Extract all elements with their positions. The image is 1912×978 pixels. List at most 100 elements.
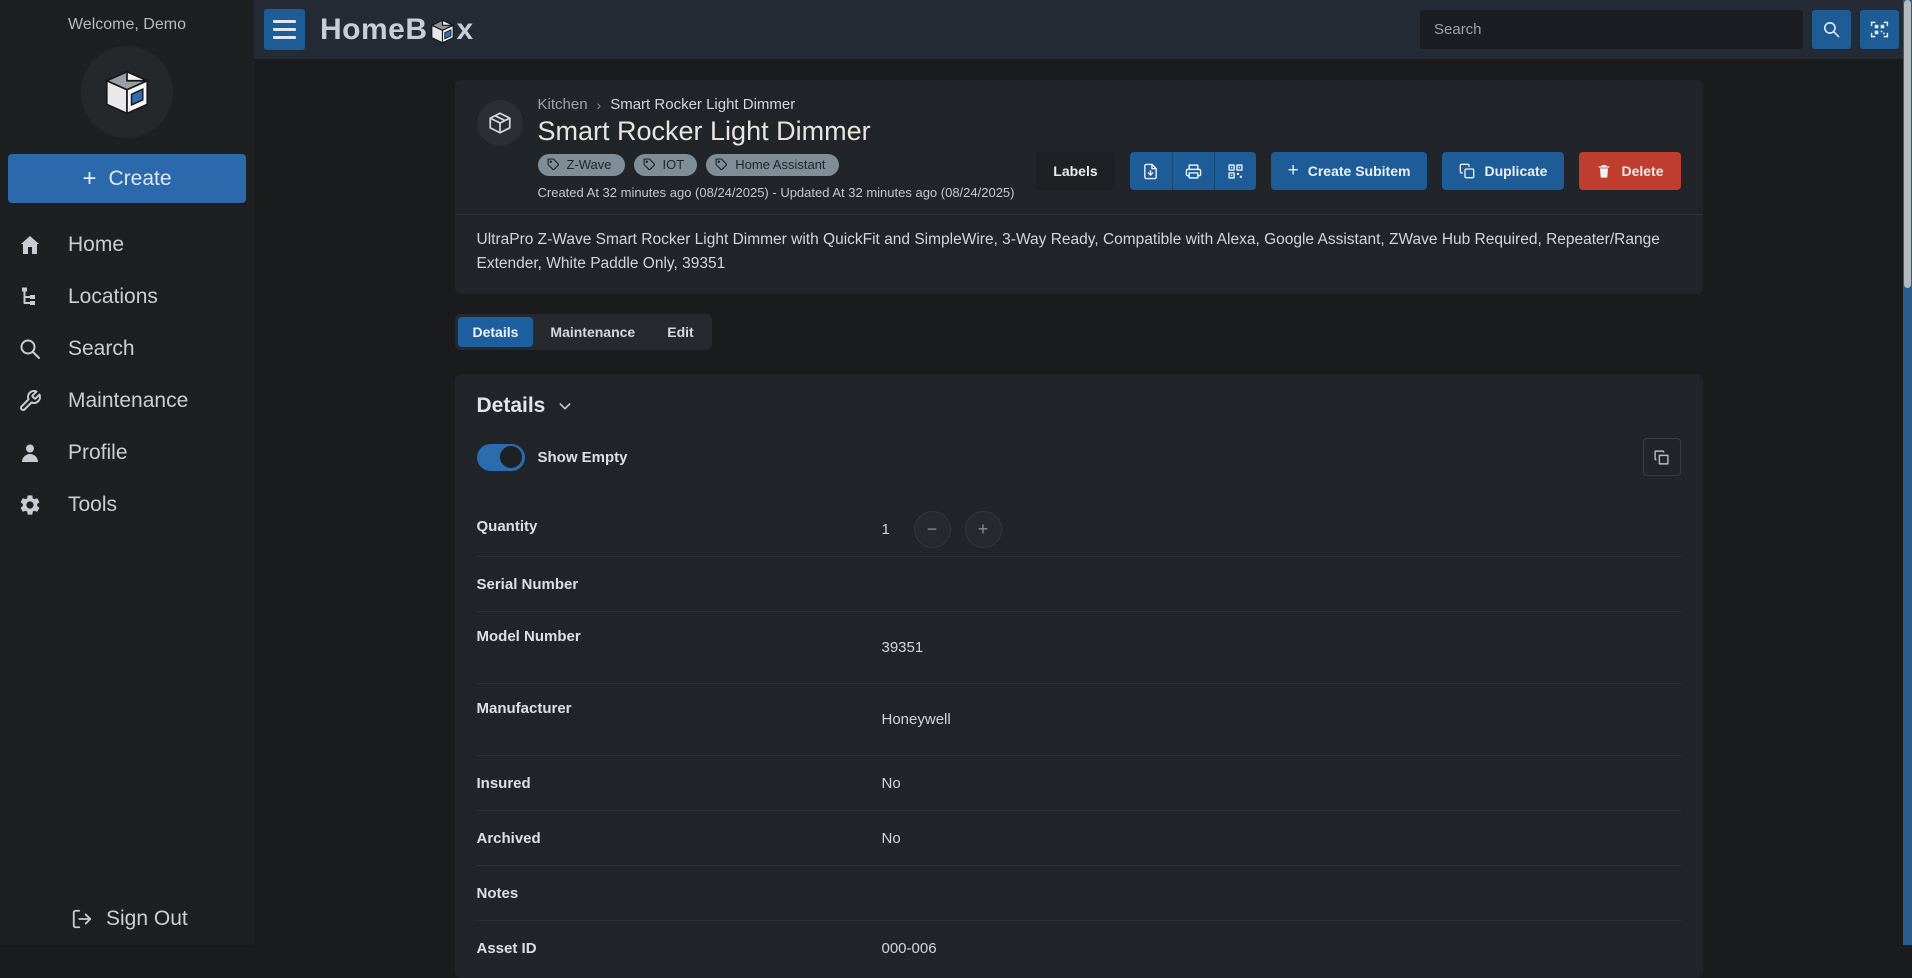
sidebar-item-label: Profile: [68, 441, 128, 465]
details-section-header[interactable]: Details: [477, 394, 1681, 418]
field-label: Manufacturer: [477, 692, 882, 717]
plus-icon: +: [1288, 160, 1299, 182]
logout-icon: [71, 908, 93, 930]
tab-edit[interactable]: Edit: [652, 317, 708, 347]
details-fields: Quantity 1 − + Serial Number Model Numbe…: [477, 502, 1681, 976]
field-value: 39351: [882, 639, 1681, 656]
field-row-archived: Archived No: [477, 811, 1681, 866]
search-submit-button[interactable]: [1812, 10, 1851, 49]
label-pill[interactable]: Home Assistant: [706, 154, 838, 176]
navbar-search-group: [1420, 10, 1899, 49]
breadcrumb-current: Smart Rocker Light Dimmer: [610, 96, 795, 113]
sidebar-item-maintenance[interactable]: Maintenance: [0, 375, 254, 427]
field-row-serial-number: Serial Number: [477, 557, 1681, 612]
sidebar: Welcome, Demo + Create Home: [0, 0, 254, 945]
top-navbar: HomeB x: [254, 0, 1912, 59]
item-actions: Labels: [1036, 152, 1680, 190]
sidebar-item-search[interactable]: Search: [0, 323, 254, 375]
print-label-button[interactable]: [1172, 152, 1214, 190]
chevron-down-icon: [557, 398, 573, 414]
breadcrumb-parent-link[interactable]: Kitchen: [538, 96, 588, 113]
show-empty-toggle-wrap: Show Empty: [477, 444, 628, 471]
field-label: Insured: [477, 775, 882, 792]
field-value: No: [882, 830, 1681, 847]
minus-icon: −: [927, 519, 938, 540]
label-pills: Z-Wave IOT Home Assistant: [538, 154, 1015, 176]
tag-icon: [643, 158, 656, 171]
field-row-insured: Insured No: [477, 756, 1681, 811]
search-input[interactable]: [1420, 10, 1803, 49]
wrench-icon: [18, 389, 42, 413]
field-label: Archived: [477, 830, 882, 847]
field-row-asset-id: Asset ID 000-006: [477, 921, 1681, 976]
box-icon: [487, 110, 513, 136]
brand-text-post: x: [457, 13, 474, 47]
copy-details-button[interactable]: [1643, 438, 1681, 476]
tab-bar: Details Maintenance Edit: [455, 314, 1703, 350]
sign-out-label: Sign Out: [106, 907, 188, 931]
trash-icon: [1596, 163, 1612, 179]
field-row-model-number: Model Number 39351: [477, 612, 1681, 684]
file-download-icon: [1142, 163, 1159, 180]
sidebar-logo-wrap: [0, 46, 254, 138]
sidebar-item-profile[interactable]: Profile: [0, 427, 254, 479]
page-title: Smart Rocker Light Dimmer: [538, 116, 1015, 147]
sidebar-item-tools[interactable]: Tools: [0, 479, 254, 531]
delete-label: Delete: [1621, 163, 1663, 179]
qr-scan-icon: [1870, 20, 1889, 39]
field-value: No: [882, 775, 1681, 792]
copy-icon: [1459, 163, 1475, 179]
scrollbar-thumb[interactable]: [1904, 0, 1911, 288]
plus-icon: +: [978, 519, 989, 540]
quantity-increase-button[interactable]: +: [965, 511, 1002, 548]
item-description: UltraPro Z-Wave Smart Rocker Light Dimme…: [477, 215, 1681, 294]
field-label: Quantity: [477, 510, 882, 535]
create-button-label: Create: [108, 167, 171, 191]
welcome-text: Welcome, Demo: [0, 0, 254, 34]
home-icon: [18, 233, 42, 257]
file-download-button[interactable]: [1130, 152, 1172, 190]
show-empty-label: Show Empty: [538, 449, 628, 466]
quantity-decrease-button[interactable]: −: [914, 511, 951, 548]
delete-button[interactable]: Delete: [1579, 152, 1680, 190]
create-subitem-button[interactable]: + Create Subitem: [1271, 152, 1428, 190]
field-label: Asset ID: [477, 940, 882, 957]
label-pill[interactable]: Z-Wave: [538, 154, 625, 176]
user-icon: [18, 441, 42, 465]
labels-button[interactable]: Labels: [1036, 152, 1114, 190]
label-pill[interactable]: IOT: [634, 154, 698, 176]
sign-out-button[interactable]: Sign Out: [0, 907, 254, 931]
sidebar-item-locations[interactable]: Locations: [0, 271, 254, 323]
search-icon: [18, 337, 42, 361]
tag-icon: [715, 158, 728, 171]
field-row-notes: Notes: [477, 866, 1681, 921]
labels-button-label: Labels: [1053, 163, 1097, 179]
item-header-main: Kitchen › Smart Rocker Light Dimmer Smar…: [538, 96, 1015, 200]
brand-text-pre: HomeB: [320, 13, 428, 47]
tab-details[interactable]: Details: [458, 317, 534, 347]
sidebar-item-label: Maintenance: [68, 389, 188, 413]
qr-code-button[interactable]: [1214, 152, 1256, 190]
create-button[interactable]: + Create: [8, 154, 246, 203]
scrollbar[interactable]: [1903, 0, 1912, 945]
field-label: Notes: [477, 885, 882, 902]
sidebar-item-label: Search: [68, 337, 135, 361]
duplicate-button[interactable]: Duplicate: [1442, 152, 1564, 190]
gear-icon: [18, 493, 42, 517]
plus-icon: +: [82, 165, 96, 193]
sidebar-item-home[interactable]: Home: [0, 219, 254, 271]
field-row-quantity: Quantity 1 − +: [477, 502, 1681, 557]
sidebar-nav: Home Locations Search Maintenance: [0, 219, 254, 531]
qr-scan-button[interactable]: [1860, 10, 1899, 49]
sidebar-item-label: Tools: [68, 493, 117, 517]
app-logo[interactable]: HomeB x: [320, 13, 474, 47]
tab-maintenance[interactable]: Maintenance: [535, 317, 650, 347]
details-card: Details Show Empty Quantity: [455, 374, 1703, 978]
details-heading: Details: [477, 394, 546, 418]
show-empty-toggle[interactable]: [477, 444, 525, 471]
field-label: Model Number: [477, 620, 882, 645]
label-pill-text: Z-Wave: [567, 157, 612, 172]
toggle-knob: [500, 446, 522, 468]
hamburger-menu-button[interactable]: [264, 9, 305, 50]
qr-code-icon: [1227, 163, 1244, 180]
